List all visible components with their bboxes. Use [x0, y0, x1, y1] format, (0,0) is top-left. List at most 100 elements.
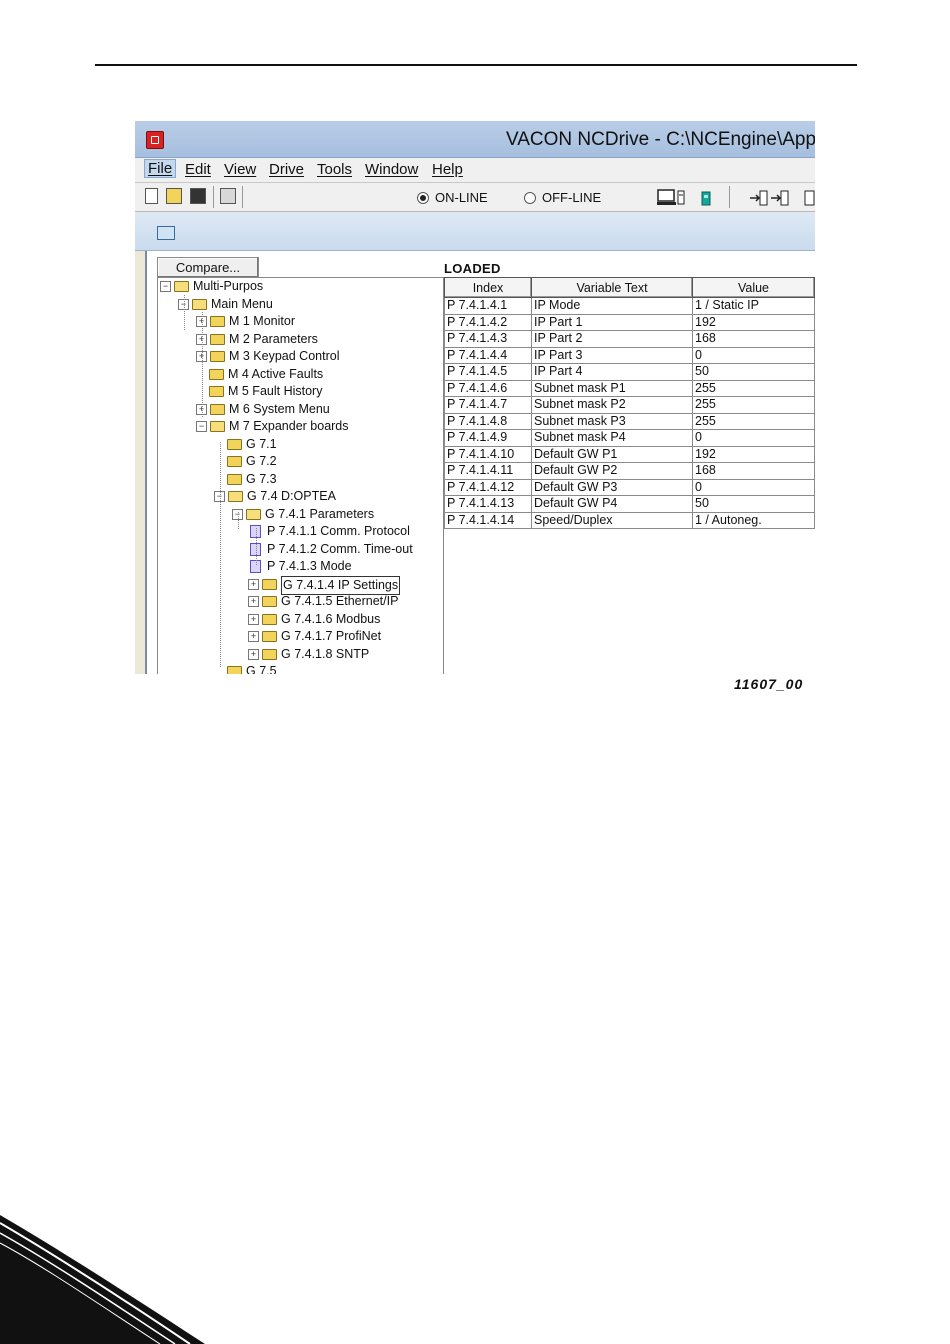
online-radio[interactable]	[417, 192, 429, 204]
expand-icon[interactable]: +	[248, 631, 259, 642]
table-row[interactable]: P 7.4.1.4.1 IP Mode 1 / Static IP	[444, 297, 815, 315]
table-row[interactable]: P 7.4.1.4.7 Subnet mask P2 255	[444, 396, 815, 414]
cell-index: P 7.4.1.4.2	[444, 313, 532, 331]
tree-node[interactable]: G 7.2	[214, 453, 277, 470]
tree-node[interactable]: − M 7 Expander boards	[196, 418, 349, 435]
tree-node[interactable]: − G 7.4.1 Parameters	[232, 506, 374, 523]
folder-icon	[262, 578, 277, 590]
table-row[interactable]: P 7.4.1.4.13 Default GW P4 50	[444, 495, 815, 513]
cell-value[interactable]: 0	[692, 429, 815, 447]
tree-node[interactable]: P 7.4.1.3 Mode	[250, 558, 352, 575]
tree-node[interactable]: + M 6 System Menu	[196, 401, 330, 418]
tree-node[interactable]: + G 7.4.1.6 Modbus	[248, 611, 380, 628]
monitor-icon[interactable]	[657, 189, 691, 207]
tree-node[interactable]: + M 2 Parameters	[196, 331, 318, 348]
document-window-icon[interactable]	[157, 226, 175, 240]
cell-index: P 7.4.1.4.4	[444, 346, 532, 364]
tree-node[interactable]: G 7.5	[214, 663, 277, 674]
tree-node[interactable]: + M 1 Monitor	[196, 313, 295, 330]
cell-value[interactable]: 168	[692, 330, 815, 348]
tree-node[interactable]: + M 3 Keypad Control	[196, 348, 339, 365]
collapse-icon[interactable]: −	[160, 281, 171, 292]
tree-node[interactable]: G 7.1	[214, 436, 277, 453]
tree-node[interactable]: + G 7.4.1.8 SNTP	[248, 646, 369, 663]
cell-value[interactable]: 1 / Autoneg.	[692, 511, 815, 529]
tree-node[interactable]: + G 7.4.1.5 Ethernet/IP	[248, 593, 398, 610]
table-row[interactable]: P 7.4.1.4.4 IP Part 30	[444, 346, 815, 364]
cell-value[interactable]: 255	[692, 412, 815, 430]
expand-icon[interactable]: +	[248, 613, 259, 625]
folder-icon	[262, 613, 277, 625]
expand-icon[interactable]: +	[248, 648, 259, 660]
upload-download-icon[interactable]	[749, 189, 795, 207]
cell-index: P 7.4.1.4.14	[444, 511, 532, 529]
menu-edit[interactable]: Edit	[185, 161, 211, 178]
tree-node[interactable]: M 5 Fault History	[196, 383, 322, 400]
collapse-icon[interactable]: −	[196, 421, 207, 432]
cell-value[interactable]: 0	[692, 346, 815, 364]
tree-node[interactable]: P 7.4.1.1 Comm. Protocol	[250, 523, 410, 540]
new-file-icon[interactable]	[145, 188, 158, 204]
cell-variable-text: Default GW P2	[531, 462, 693, 480]
save-icon[interactable]	[190, 188, 206, 204]
cell-variable-text: Default GW P1	[531, 445, 693, 463]
menu-file[interactable]: File	[144, 159, 177, 178]
tree-node[interactable]: + G 7.4.1.4 IP Settings	[248, 575, 401, 595]
drive-connect-icon[interactable]	[698, 189, 714, 207]
menu-drive[interactable]: Drive	[269, 161, 304, 178]
table-row[interactable]: P 7.4.1.4.3 IP Part 2 168	[444, 330, 815, 348]
cell-value[interactable]: 50	[692, 495, 815, 513]
cell-value[interactable]: 168	[692, 462, 815, 480]
cell-value[interactable]: 50	[692, 363, 815, 381]
cell-value[interactable]: 0	[692, 478, 815, 496]
offline-radio[interactable]	[524, 192, 536, 204]
cell-value[interactable]: 255	[692, 396, 815, 414]
print-icon[interactable]	[220, 188, 236, 204]
table-row[interactable]: P 7.4.1.4.8 Subnet mask P3 255	[444, 412, 815, 430]
tree-node[interactable]: − Main Menu	[178, 296, 273, 313]
tree-node[interactable]: G 7.3	[214, 471, 277, 488]
cell-value[interactable]: 1 / Static IP	[692, 297, 815, 315]
toolbar-overflow-icon[interactable]	[804, 189, 815, 207]
table-row[interactable]: P 7.4.1.4.5 IP Part 4 50	[444, 363, 815, 381]
tree-node[interactable]: M 4 Active Faults	[196, 366, 323, 383]
tree-node-label: G 7.4.1.4 IP Settings	[281, 575, 401, 595]
app-icon[interactable]	[146, 131, 164, 149]
table-row[interactable]: P 7.4.1.4.9 Subnet mask P4 0	[444, 429, 815, 447]
menu-tools[interactable]: Tools	[317, 161, 352, 178]
tree-node[interactable]: − Multi-Purpos	[160, 278, 263, 295]
table-row[interactable]: P 7.4.1.4.14 Speed/Duplex 1 / Autoneg.	[444, 511, 815, 529]
menu-tree[interactable]: − Multi-Purpos − Main Menu + M 1 Monitor + M 2 …	[157, 277, 444, 674]
menu-help[interactable]: Help	[432, 161, 463, 178]
cell-index: P 7.4.1.4.6	[444, 379, 532, 397]
table-row[interactable]: P 7.4.1.4.2 IP Part 1 192	[444, 313, 815, 331]
cell-index: P 7.4.1.4.11	[444, 462, 532, 480]
column-header-value[interactable]: Value	[692, 277, 815, 298]
open-folder-icon[interactable]	[166, 188, 182, 204]
expand-icon[interactable]: +	[248, 596, 259, 607]
cell-value[interactable]: 255	[692, 379, 815, 397]
menu-view[interactable]: View	[224, 161, 256, 178]
table-row[interactable]: P 7.4.1.4.12 Default GW P3 0	[444, 478, 815, 496]
compare-button[interactable]: Compare...	[157, 257, 259, 278]
folder-open-icon	[174, 281, 189, 292]
menu-window[interactable]: Window	[365, 161, 418, 178]
folder-icon	[227, 666, 242, 674]
tree-node-label: Main Menu	[211, 296, 273, 311]
expand-icon[interactable]: +	[248, 578, 259, 590]
cell-value[interactable]: 192	[692, 445, 815, 463]
table-row[interactable]: P 7.4.1.4.11 Default GW P2 168	[444, 462, 815, 480]
menu-bar: File Edit View Drive Tools Window Help	[135, 158, 815, 183]
cell-value[interactable]: 192	[692, 313, 815, 331]
tree-node[interactable]: P 7.4.1.2 Comm. Time-out	[250, 541, 413, 558]
folder-icon	[209, 386, 224, 397]
tree-node-label: Multi-Purpos	[193, 279, 264, 293]
column-header-variable-text[interactable]: Variable Text	[531, 277, 693, 298]
tree-node-label: M 1 Monitor	[229, 314, 295, 328]
table-row[interactable]: P 7.4.1.4.6 Subnet mask P1 255	[444, 379, 815, 397]
tree-node[interactable]: + G 7.4.1.7 ProfiNet	[248, 628, 381, 645]
tree-node[interactable]: − G 7.4 D:OPTEA	[214, 488, 336, 505]
table-row[interactable]: P 7.4.1.4.10 Default GW P1 192	[444, 445, 815, 463]
column-header-index[interactable]: Index	[444, 277, 532, 298]
tree-node-label: M 3 Keypad Control	[229, 349, 340, 363]
